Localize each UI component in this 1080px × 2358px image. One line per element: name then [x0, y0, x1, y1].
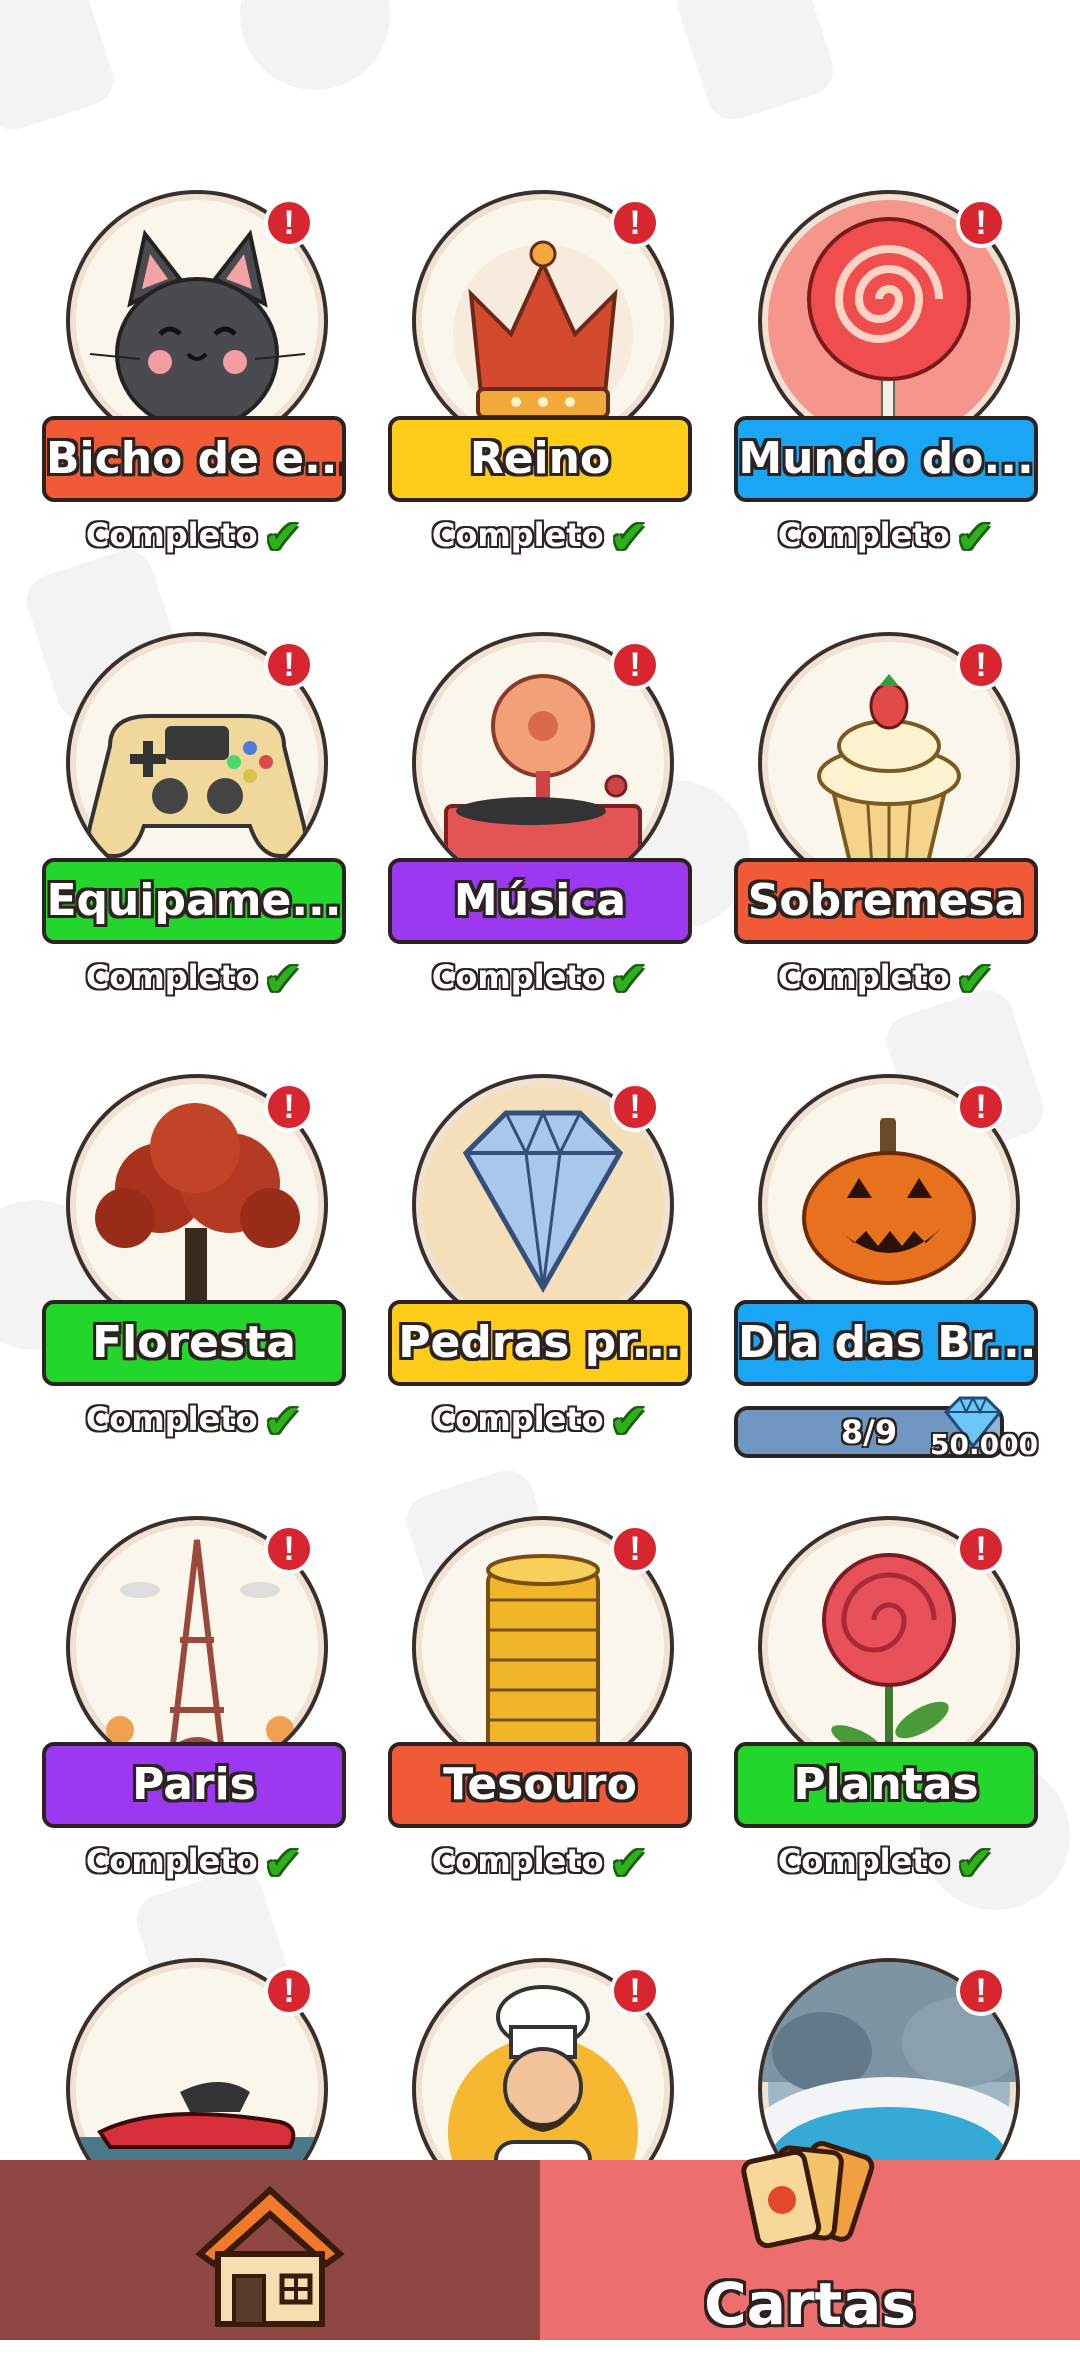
alert-badge: ! [956, 1524, 1006, 1574]
alert-badge: ! [610, 1524, 660, 1574]
collection-label: Equipame... [42, 858, 346, 944]
collection-card[interactable]: ! Tesouro Completo ✔ [388, 1516, 698, 1916]
collection-label: Música [388, 858, 692, 944]
check-icon: ✔ [955, 510, 995, 564]
alert-badge: ! [610, 1966, 660, 2016]
status-completo: Completo ✔ [431, 1836, 649, 1890]
alert-badge: ! [264, 1966, 314, 2016]
alert-badge: ! [264, 1524, 314, 1574]
alert-badge: ! [264, 198, 314, 248]
status-completo: Completo ✔ [777, 952, 995, 1006]
reward-amount: 50.000 [930, 1428, 1039, 1461]
nav-cards-label: Cartas [704, 2270, 916, 2338]
status-completo: Completo ✔ [431, 1394, 649, 1448]
collection-progress: 8/9 50.000 [734, 1395, 1039, 1461]
collection-card[interactable]: ! Reino Completo ✔ [388, 190, 698, 590]
alert-badge: ! [610, 1082, 660, 1132]
check-icon: ✔ [263, 1394, 303, 1448]
check-icon: ✔ [609, 1394, 649, 1448]
collection-label: Floresta [42, 1300, 346, 1386]
alert-badge: ! [610, 640, 660, 690]
alert-badge: ! [956, 1966, 1006, 2016]
collection-label: Sobremesa [734, 858, 1038, 944]
status-completo: Completo ✔ [777, 1836, 995, 1890]
status-completo: Completo ✔ [431, 510, 649, 564]
check-icon: ✔ [955, 1836, 995, 1890]
collection-label: Tesouro [388, 1742, 692, 1828]
collection-card[interactable]: ! Floresta Completo ✔ [42, 1074, 352, 1474]
nav-cards-tab[interactable]: Cartas [540, 2141, 1080, 2340]
collection-grid: ! Bicho de e... Completo ✔ ! Reino Comple… [0, 0, 1080, 2220]
status-completo: Completo ✔ [85, 952, 303, 1006]
alert-badge: ! [956, 198, 1006, 248]
check-icon: ✔ [263, 952, 303, 1006]
collection-label: Paris [42, 1742, 346, 1828]
collection-label: Dia das Br... [734, 1300, 1038, 1386]
nav-home-tab[interactable] [0, 2160, 540, 2340]
house-icon [195, 2185, 345, 2327]
status-completo: Completo ✔ [85, 1836, 303, 1890]
cards-icon [741, 2141, 875, 2249]
check-icon: ✔ [609, 1836, 649, 1890]
status-completo: Completo ✔ [85, 510, 303, 564]
check-icon: ✔ [609, 510, 649, 564]
bottom-nav: Cartas [0, 2141, 1080, 2340]
check-icon: ✔ [263, 1836, 303, 1890]
alert-badge: ! [264, 1082, 314, 1132]
collection-card[interactable]: ! Pedras pr... Completo ✔ [388, 1074, 698, 1474]
alert-badge: ! [264, 640, 314, 690]
collection-label: Bicho de e... [42, 416, 346, 502]
collection-card[interactable]: ! Música Completo ✔ [388, 632, 698, 1032]
collection-card[interactable]: ! Equipame... Completo ✔ [42, 632, 352, 1032]
collection-card[interactable]: ! Plantas Completo ✔ [734, 1516, 1044, 1916]
collection-card[interactable]: ! Bicho de e... Completo ✔ [42, 190, 352, 590]
status-completo: Completo ✔ [85, 1394, 303, 1448]
collection-card[interactable]: ! Paris Completo ✔ [42, 1516, 352, 1916]
collection-card[interactable]: ! Mundo do... Completo ✔ [734, 190, 1044, 590]
alert-badge: ! [956, 1082, 1006, 1132]
status-completo: Completo ✔ [777, 510, 995, 564]
collection-card[interactable]: ! Dia das Br... 8/9 50.000 [734, 1074, 1044, 1474]
check-icon: ✔ [263, 510, 303, 564]
collection-label: Plantas [734, 1742, 1038, 1828]
check-icon: ✔ [955, 952, 995, 1006]
alert-badge: ! [956, 640, 1006, 690]
alert-badge: ! [610, 198, 660, 248]
collection-label: Reino [388, 416, 692, 502]
collection-label: Pedras pr... [388, 1300, 692, 1386]
check-icon: ✔ [609, 952, 649, 1006]
collection-label: Mundo do... [734, 416, 1038, 502]
collection-card[interactable]: ! Sobremesa Completo ✔ [734, 632, 1044, 1032]
status-completo: Completo ✔ [431, 952, 649, 1006]
